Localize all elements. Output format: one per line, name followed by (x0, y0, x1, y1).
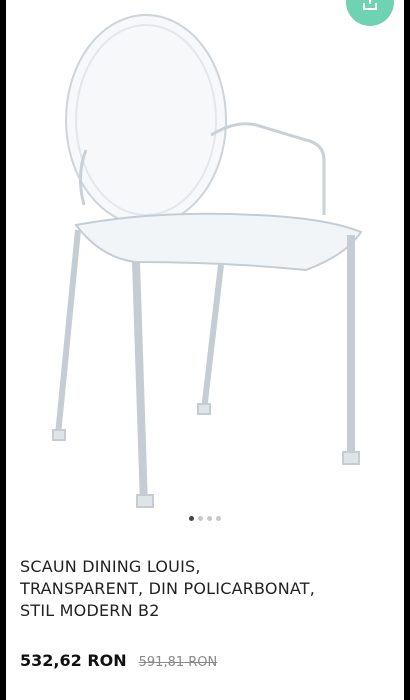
product-image[interactable] (6, 0, 404, 510)
gallery-dot-2[interactable] (198, 516, 203, 521)
current-price: 532,62 RON (20, 651, 127, 670)
gallery-dot-1[interactable] (189, 516, 194, 521)
product-title-line-2: TRANSPARENT, DIN POLICARBONAT, (20, 579, 316, 598)
screen-frame: SCAUN DINING LOUIS, TRANSPARENT, DIN POL… (0, 0, 410, 700)
price-row: 532,62 RON 591,81 RON (20, 651, 217, 670)
product-card: SCAUN DINING LOUIS, TRANSPARENT, DIN POL… (6, 0, 404, 700)
product-title[interactable]: SCAUN DINING LOUIS, TRANSPARENT, DIN POL… (20, 556, 390, 622)
product-title-line-3: STIL MODERN B2 (20, 601, 160, 620)
gallery-pagination (6, 516, 404, 521)
share-icon (363, 0, 377, 10)
gallery-dot-4[interactable] (216, 516, 221, 521)
chair-image (52, 14, 363, 508)
product-title-line-1: SCAUN DINING LOUIS, (20, 557, 201, 576)
gallery-dot-3[interactable] (207, 516, 212, 521)
old-price: 591,81 RON (138, 655, 218, 670)
